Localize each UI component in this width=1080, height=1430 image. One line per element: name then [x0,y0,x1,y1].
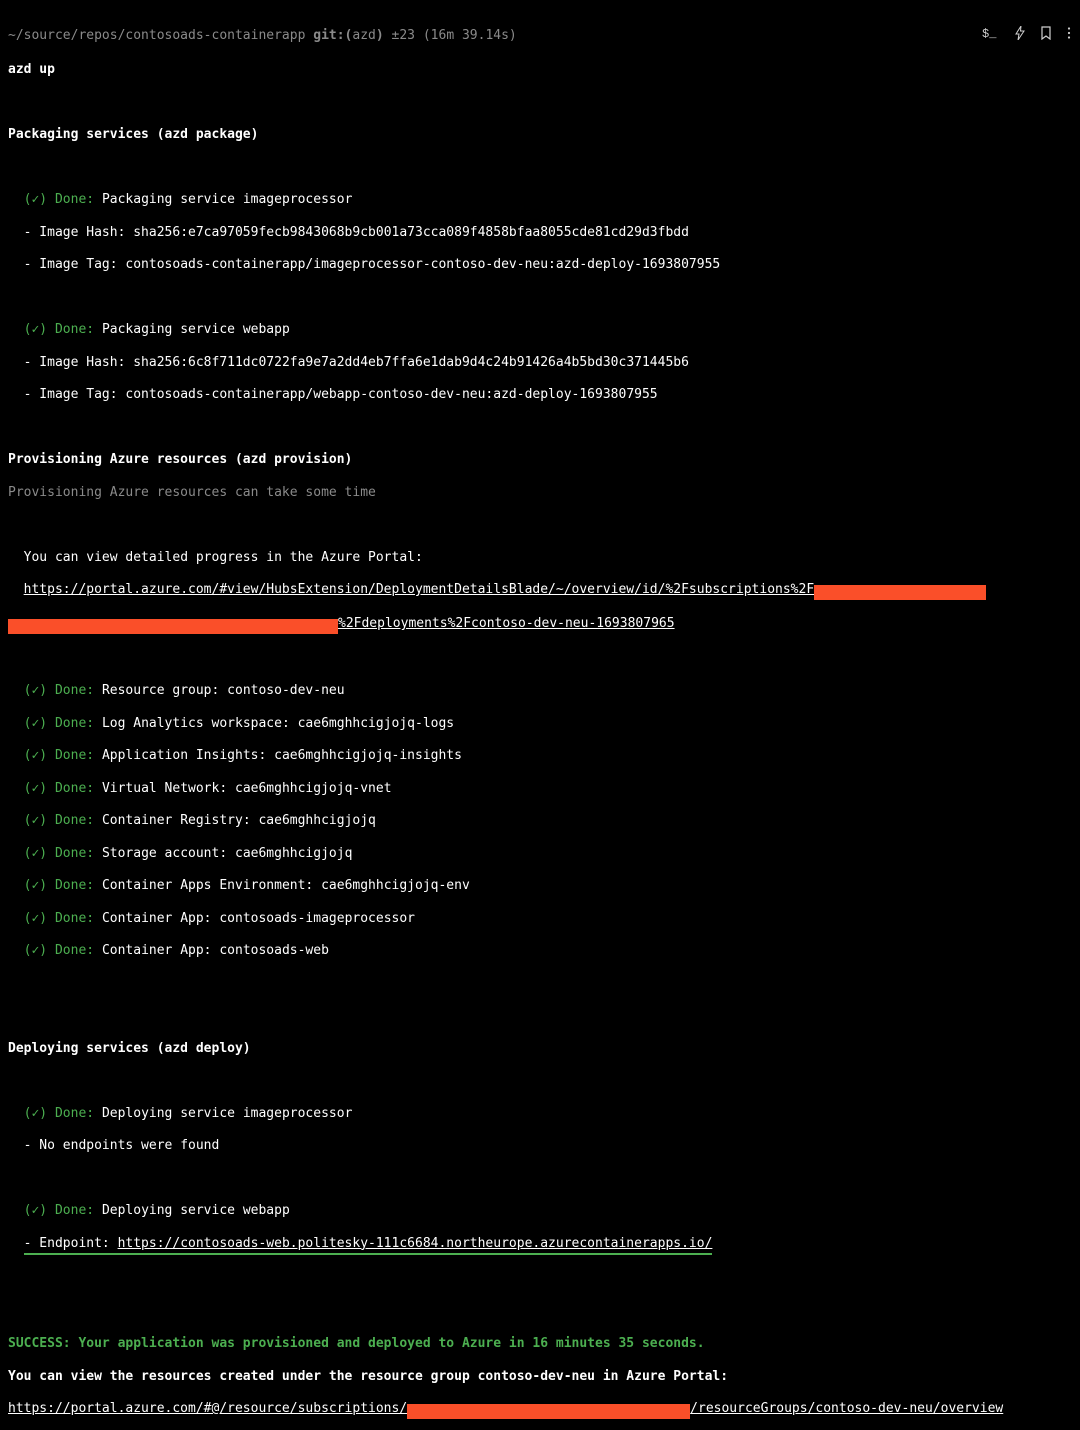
endpoint-url[interactable]: https://contosoads-web.politesky-111c668… [118,1236,713,1251]
provision-header: Provisioning Azure resources (azd provis… [8,452,1072,468]
hash-value: sha256:e7ca97059fecb9843068b9cb001a73cca… [133,225,689,240]
hash-value: sha256:6c8f711dc0722fa9e7a2dd4eb7ffa6e1d… [133,355,689,370]
azd-command: azd up [8,62,55,77]
done-marker: (✓) Done: [24,781,94,796]
provision-item: (✓) Done: Application Insights: cae6mghh… [8,748,1072,764]
more-icon[interactable] [1066,26,1072,46]
git-label: git:( [313,28,352,43]
done-marker: (✓) Done: [24,813,94,828]
hash-prefix: - Image Hash: [24,225,134,240]
terminal-output: ~/source/repos/contosoads-containerapp g… [0,0,1080,1430]
prompt-time: (16m 39.14s) [423,28,517,43]
provision-text: Log Analytics workspace: cae6mghhcigjojq… [102,716,454,731]
done-marker: (✓) Done: [24,1203,94,1218]
packaging-svc2-label: Packaging service webapp [102,322,290,337]
done-marker: (✓) Done: [24,192,94,207]
bolt-icon[interactable] [1014,26,1026,46]
prompt-path: ~/source/repos/contosoads-containerapp [8,28,305,43]
portal-url-line2: %2Fdeployments%2Fcontoso-dev-neu-1693807… [8,616,1072,634]
provision-item: (✓) Done: Container App: contosoads-imag… [8,911,1072,927]
packaging-svc1-hash-line: - Image Hash: sha256:e7ca97059fecb984306… [8,225,1072,241]
provision-text: Container Apps Environment: cae6mghhcigj… [102,878,470,893]
hash-prefix: - Image Hash: [24,355,134,370]
provision-text: Resource group: contoso-dev-neu [102,683,345,698]
cmd-icon[interactable]: $_ [982,26,1000,46]
provision-item: (✓) Done: Log Analytics workspace: cae6m… [8,716,1072,732]
packaging-svc1-label: Packaging service imageprocessor [102,192,352,207]
done-marker: (✓) Done: [24,911,94,926]
success-line1: SUCCESS: Your application was provisione… [8,1336,1072,1352]
provision-item: (✓) Done: Container Registry: cae6mghhci… [8,813,1072,829]
done-marker: (✓) Done: [24,1106,94,1121]
success-url-part1[interactable]: https://portal.azure.com/#@/resource/sub… [8,1401,407,1416]
packaging-svc1-done: (✓) Done: Packaging service imageprocess… [8,192,1072,208]
tag-value: contosoads-containerapp/imageprocessor-c… [125,257,720,272]
deploy-svc2-endpoint-line: - Endpoint: https://contosoads-web.polit… [8,1236,1072,1255]
provision-item: (✓) Done: Container App: contosoads-web [8,943,1072,959]
provision-text: Virtual Network: cae6mghhcigjojq-vnet [102,781,392,796]
deploy-svc1-note: - No endpoints were found [8,1138,1072,1154]
done-marker: (✓) Done: [24,716,94,731]
provision-text: Container Registry: cae6mghhcigjojq [102,813,376,828]
git-close: ) [376,28,384,43]
done-marker: (✓) Done: [24,322,94,337]
provision-item: (✓) Done: Storage account: cae6mghhcigjo… [8,846,1072,862]
deploy-svc2-label: Deploying service webapp [102,1203,290,1218]
deploy-header: Deploying services (azd deploy) [8,1041,1072,1057]
tag-prefix: - Image Tag: [24,257,126,272]
success-url-line: https://portal.azure.com/#@/resource/sub… [8,1401,1072,1419]
tag-value: contosoads-containerapp/webapp-contoso-d… [125,387,657,402]
topbar: ~/source/repos/contosoads-containerapp g… [8,26,1072,46]
redacted-block [8,619,338,634]
done-marker: (✓) Done: [24,878,94,893]
provision-text: Container App: contosoads-imageprocessor [102,911,415,926]
portal-intro-line: You can view detailed progress in the Az… [8,550,1072,566]
success-url-part2[interactable]: /resourceGroups/contoso-dev-neu/overview [690,1401,1003,1416]
packaging-svc1-tag-line: - Image Tag: contosoads-containerapp/ima… [8,257,1072,273]
git-status: ±23 [392,28,415,43]
provision-item: (✓) Done: Virtual Network: cae6mghhcigjo… [8,781,1072,797]
portal-url-part2[interactable]: %2Fdeployments%2Fcontoso-dev-neu-1693807… [338,616,675,631]
redacted-block [814,585,986,600]
provision-text: Storage account: cae6mghhcigjojq [102,846,352,861]
svg-text:$_: $_ [982,27,997,40]
done-marker: (✓) Done: [24,683,94,698]
packaging-svc2-done: (✓) Done: Packaging service webapp [8,322,1072,338]
packaging-svc2-hash-line: - Image Hash: sha256:6c8f711dc0722fa9e7a… [8,355,1072,371]
command-line: azd up [8,62,1072,78]
deploy-svc1-label: Deploying service imageprocessor [102,1106,352,1121]
provision-item: (✓) Done: Container Apps Environment: ca… [8,878,1072,894]
redacted-block [407,1404,690,1419]
packaging-svc2-tag-line: - Image Tag: contosoads-containerapp/web… [8,387,1072,403]
portal-intro: You can view detailed progress in the Az… [24,550,423,565]
toolbar-icons: $_ [982,26,1072,46]
done-marker: (✓) Done: [24,943,94,958]
success-line2: You can view the resources created under… [8,1369,1072,1385]
git-branch: azd [352,28,375,43]
portal-url-part1[interactable]: https://portal.azure.com/#view/HubsExten… [24,582,815,597]
provision-text: Container App: contosoads-web [102,943,329,958]
packaging-header: Packaging services (azd package) [8,127,1072,143]
endpoint-prefix: - Endpoint: [24,1236,118,1251]
provision-item: (✓) Done: Resource group: contoso-dev-ne… [8,683,1072,699]
portal-url-line1: https://portal.azure.com/#view/HubsExten… [8,582,1072,600]
deploy-svc2-done: (✓) Done: Deploying service webapp [8,1203,1072,1219]
tag-prefix: - Image Tag: [24,387,126,402]
deploy-svc1-done: (✓) Done: Deploying service imageprocess… [8,1106,1072,1122]
done-marker: (✓) Done: [24,748,94,763]
prompt-line: ~/source/repos/contosoads-containerapp g… [8,28,517,44]
provision-text: Application Insights: cae6mghhcigjojq-in… [102,748,462,763]
bookmark-icon[interactable] [1040,26,1052,46]
done-marker: (✓) Done: [24,846,94,861]
provision-note: Provisioning Azure resources can take so… [8,485,1072,501]
